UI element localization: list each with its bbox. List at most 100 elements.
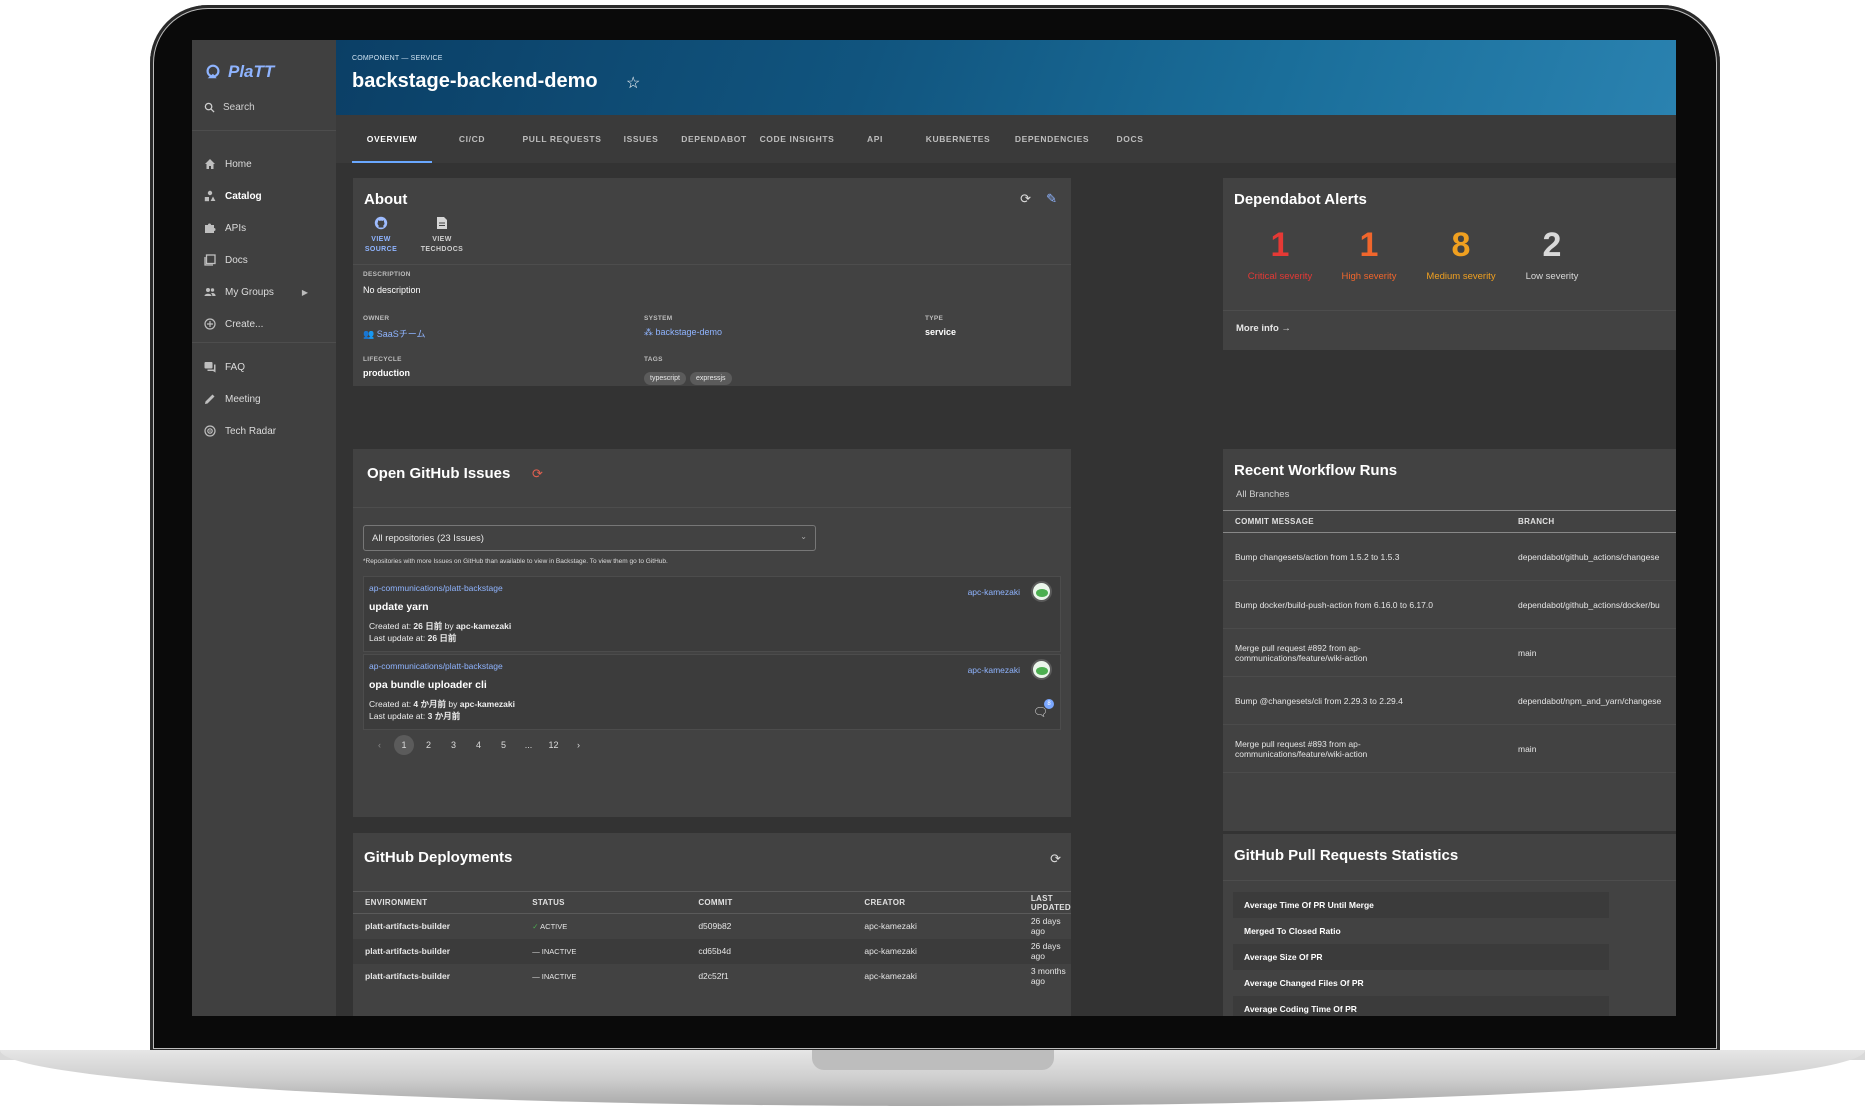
branch-cell: dependabot/github_actions/docker/bu bbox=[1506, 580, 1676, 629]
commit-message-link[interactable]: Bump changesets/action from 1.5.2 to 1.5… bbox=[1223, 532, 1506, 581]
page-button[interactable]: 5 bbox=[491, 735, 516, 755]
status-cell: — INACTIVE bbox=[520, 938, 687, 964]
issue-repo-link[interactable]: ap-communications/platt-backstage bbox=[369, 661, 503, 671]
table-header-row: COMMIT MESSAGE BRANCH bbox=[1223, 510, 1676, 533]
tab-dependabot[interactable]: DEPENDABOT bbox=[670, 115, 758, 163]
stat-row: Average Coding Time Of PR bbox=[1233, 996, 1609, 1016]
tab-cicd[interactable]: CI/CD bbox=[432, 115, 512, 163]
commit-link[interactable]: d509b82 bbox=[686, 914, 852, 939]
page-button-current[interactable]: 1 bbox=[394, 735, 414, 755]
logo-text: PlaTT bbox=[228, 62, 275, 81]
sidebar-item-home[interactable]: Home bbox=[192, 148, 336, 180]
table-row[interactable]: platt-artifacts-builder — INACTIVE cd65b… bbox=[353, 938, 1071, 964]
edit-icon[interactable]: ✎ bbox=[1046, 191, 1057, 207]
app-screen: PlaTT Search Home Catalog APIs Docs My G… bbox=[192, 40, 1676, 1016]
column-header: BRANCH bbox=[1506, 510, 1676, 533]
page-button[interactable]: 3 bbox=[441, 735, 466, 755]
favorite-star-icon[interactable]: ☆ bbox=[626, 73, 640, 93]
column-header: LAST UPDATED bbox=[1018, 891, 1071, 914]
comment-icon[interactable]: 🗨 8 bbox=[1033, 699, 1054, 719]
issue-assignee-link[interactable]: apc-kamezaki bbox=[968, 665, 1020, 675]
commit-message-link[interactable]: Bump @changesets/cli from 2.29.3 to 2.29… bbox=[1223, 676, 1506, 725]
page-header: COMPONENT — SERVICE backstage-backend-de… bbox=[336, 40, 1676, 115]
commit-link[interactable]: d2c52f1 bbox=[686, 964, 852, 989]
tab-api[interactable]: API bbox=[836, 115, 914, 163]
view-source-link[interactable]: VIEW SOURCE bbox=[363, 216, 399, 255]
created-value: 26 日前 bbox=[413, 621, 443, 631]
issue-title[interactable]: update yarn bbox=[369, 601, 429, 613]
table-row[interactable]: Merge pull request #892 from ap-communic… bbox=[1223, 628, 1676, 677]
chevron-right-icon: ▶ bbox=[301, 287, 308, 297]
comment-count: 8 bbox=[1044, 699, 1054, 709]
tab-docs[interactable]: DOCS bbox=[1102, 115, 1158, 163]
page-button[interactable]: 12 bbox=[541, 735, 566, 755]
high-label: High severity bbox=[1341, 271, 1397, 282]
page-title: backstage-backend-demo bbox=[352, 70, 598, 92]
sidebar-item-tech-radar[interactable]: Tech Radar bbox=[192, 415, 336, 447]
table-row[interactable]: Bump changesets/action from 1.5.2 to 1.5… bbox=[1223, 532, 1676, 581]
repository-select-value: All repositories (23 Issues) bbox=[372, 533, 484, 544]
commit-message-link[interactable]: Merge pull request #892 from ap-communic… bbox=[1223, 628, 1506, 677]
deployments-table: ENVIRONMENT STATUS COMMIT CREATOR LAST U… bbox=[353, 891, 1071, 989]
issue-repo-link[interactable]: ap-communications/platt-backstage bbox=[369, 583, 503, 593]
sidebar-item-create[interactable]: Create... bbox=[192, 308, 336, 340]
commit-message-link[interactable]: Bump docker/build-push-action from 6.16.… bbox=[1223, 580, 1506, 629]
catalog-icon bbox=[204, 190, 216, 202]
tab-pull-requests[interactable]: PULL REQUESTS bbox=[512, 115, 612, 163]
issue-item[interactable]: ap-communications/platt-backstage update… bbox=[363, 576, 1061, 652]
group-icon: 👥 bbox=[363, 329, 375, 339]
prev-page-icon[interactable]: ‹ bbox=[367, 735, 392, 755]
table-row[interactable]: Bump @changesets/cli from 2.29.3 to 2.29… bbox=[1223, 676, 1676, 725]
about-card: About ⟳ ✎ VIEW SOURCE VIEW TECHDOCS DESC… bbox=[353, 178, 1071, 386]
issue-item[interactable]: ap-communications/platt-backstage opa bu… bbox=[363, 654, 1061, 730]
sidebar-item-meeting[interactable]: Meeting bbox=[192, 383, 336, 415]
refresh-icon[interactable]: ⟳ bbox=[1020, 191, 1031, 207]
next-page-icon[interactable]: › bbox=[566, 735, 591, 755]
sidebar-item-apis[interactable]: APIs bbox=[192, 212, 336, 244]
sidebar-item-docs[interactable]: Docs bbox=[192, 244, 336, 276]
system-link[interactable]: ⁂ backstage-demo bbox=[644, 327, 722, 338]
search-icon bbox=[204, 102, 215, 113]
app-logo[interactable]: PlaTT bbox=[204, 62, 274, 82]
severity-medium: 8 Medium severity bbox=[1421, 226, 1501, 282]
table-row[interactable]: Merge pull request #893 from ap-communic… bbox=[1223, 724, 1676, 773]
issue-title[interactable]: opa bundle uploader cli bbox=[369, 679, 487, 691]
tab-dependencies[interactable]: DEPENDENCIES bbox=[1002, 115, 1102, 163]
check-circle-icon: ✓ bbox=[532, 921, 539, 931]
reload-icon[interactable]: ⟳ bbox=[532, 466, 543, 482]
sidebar-item-my-groups[interactable]: My Groups ▶ bbox=[192, 276, 336, 308]
table-row[interactable]: platt-artifacts-builder — INACTIVE d2c52… bbox=[353, 964, 1071, 989]
column-header: COMMIT MESSAGE bbox=[1223, 510, 1506, 533]
tab-overview[interactable]: OVERVIEW bbox=[352, 115, 432, 163]
page-button[interactable]: 2 bbox=[416, 735, 441, 755]
pr-statistics-list: Average Time Of PR Until Merge Merged To… bbox=[1233, 892, 1609, 1016]
sidebar-search[interactable]: Search bbox=[204, 102, 255, 113]
dash-icon: — bbox=[532, 946, 540, 956]
table-row[interactable]: platt-artifacts-builder ✓ ACTIVE d509b82… bbox=[353, 914, 1071, 939]
dependabot-title: Dependabot Alerts bbox=[1234, 191, 1367, 208]
sidebar-item-faq[interactable]: FAQ bbox=[192, 351, 336, 383]
tab-code-insights[interactable]: CODE INSIGHTS bbox=[758, 115, 836, 163]
pencil-icon bbox=[205, 394, 215, 404]
avatar[interactable] bbox=[1031, 659, 1052, 680]
refresh-icon[interactable]: ⟳ bbox=[1050, 851, 1061, 867]
sidebar-item-catalog[interactable]: Catalog bbox=[192, 180, 336, 212]
tab-issues[interactable]: ISSUES bbox=[612, 115, 670, 163]
repository-select[interactable]: All repositories (23 Issues) ⌄ bbox=[363, 525, 816, 551]
tag-chip: typescript bbox=[644, 372, 686, 385]
table-row[interactable]: Bump docker/build-push-action from 6.16.… bbox=[1223, 580, 1676, 629]
techdocs-label: TECHDOCS bbox=[420, 246, 464, 253]
owner-link[interactable]: 👥 SaaSチーム bbox=[363, 327, 425, 340]
view-techdocs-link[interactable]: VIEW TECHDOCS bbox=[417, 216, 467, 255]
about-title: About bbox=[364, 191, 408, 208]
more-info-link[interactable]: More info → bbox=[1236, 323, 1291, 334]
updated-cell: 3 months ago bbox=[1030, 966, 1066, 986]
issue-assignee-link[interactable]: apc-kamezaki bbox=[968, 587, 1020, 597]
tab-kubernetes[interactable]: KUBERNETES bbox=[914, 115, 1002, 163]
commit-message-link[interactable]: Merge pull request #893 from ap-communic… bbox=[1223, 724, 1506, 773]
page-button[interactable]: 4 bbox=[466, 735, 491, 755]
avatar[interactable] bbox=[1031, 581, 1052, 602]
sidebar-item-label: Home bbox=[225, 158, 252, 170]
commit-link[interactable]: cd65b4d bbox=[686, 938, 853, 964]
sidebar-item-label: My Groups bbox=[225, 286, 274, 298]
